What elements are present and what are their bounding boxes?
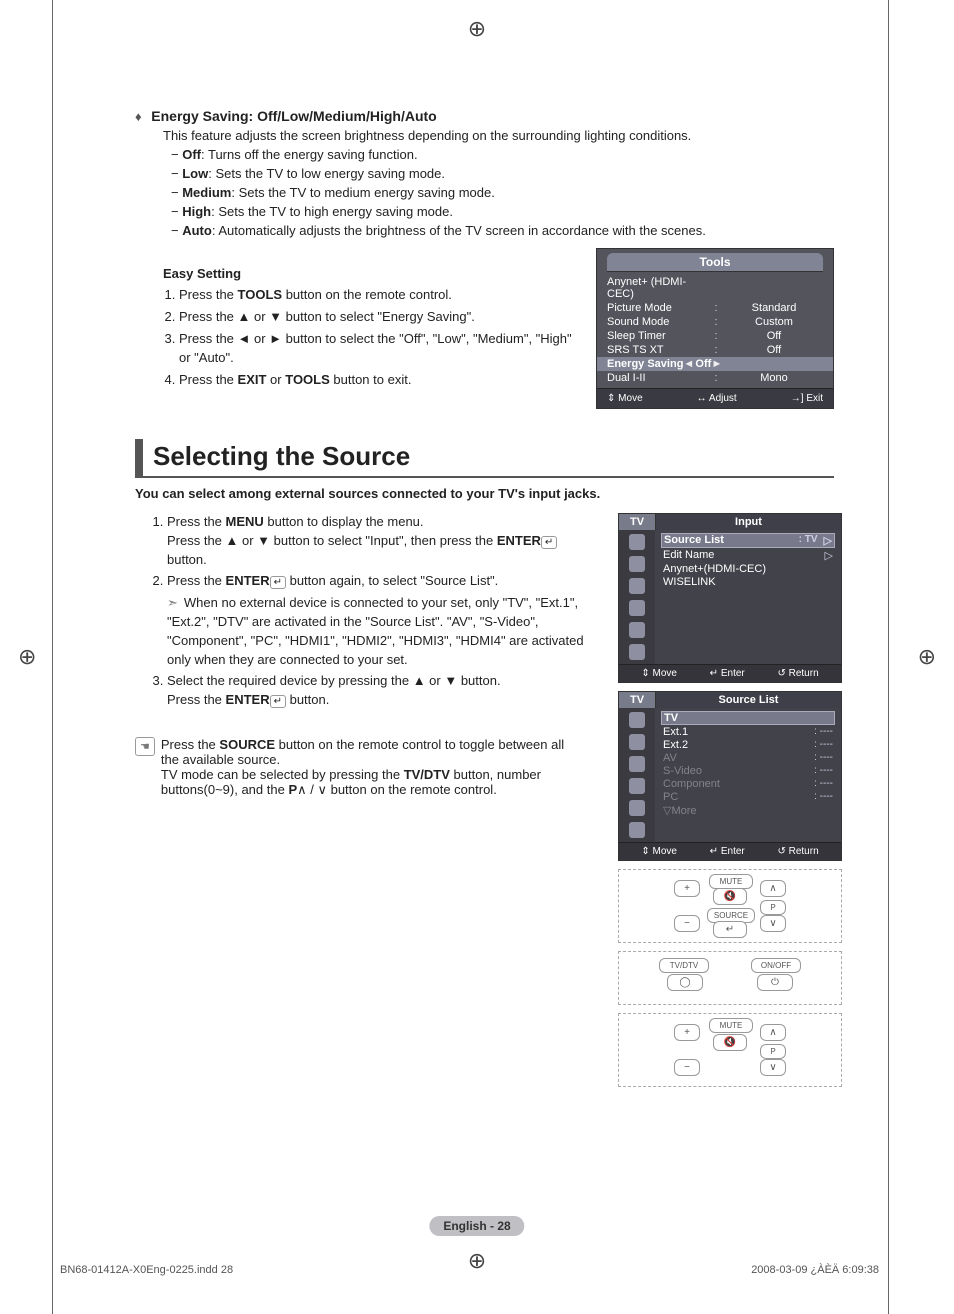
section-title: Selecting the Source	[135, 439, 834, 478]
step-3: Select the required device by pressing t…	[167, 672, 597, 710]
osd-source-list: TV Source List TVExt.1: ----Ext.2: ----A…	[618, 691, 842, 861]
energy-heading: Energy Saving: Off/Low/Medium/High/Auto	[151, 108, 436, 124]
osd-icon	[629, 556, 645, 572]
easy-title: Easy Setting	[163, 266, 576, 281]
meta-right: 2008-03-09 ¿ÀÈÄ 6:09:38	[751, 1264, 879, 1276]
tools-row: Sleep Timer:Off	[597, 329, 833, 343]
osd-row: Edit Name▷	[661, 549, 835, 562]
osd-row: Ext.2: ----	[661, 739, 835, 751]
enter-icon: ↵	[270, 576, 286, 589]
manual-page: ⊕ ⊕ ⊕ ⊕ ♦ Energy Saving: Off/Low/Medium/…	[0, 0, 954, 1314]
osd-row: PC: ----	[661, 791, 835, 803]
osd-icon	[629, 756, 645, 772]
registration-mark-bottom: ⊕	[468, 1248, 486, 1274]
page-number: English - 28	[429, 1216, 524, 1236]
osd-row: AV: ----	[661, 752, 835, 764]
osd-icon	[629, 712, 645, 728]
osd-row: TV	[661, 711, 835, 725]
enter-icon: ↵	[541, 536, 557, 549]
osd-row: Ext.1: ----	[661, 726, 835, 738]
osd-row: S-Video: ----	[661, 765, 835, 777]
osd-icon	[629, 644, 645, 660]
osd-icon	[629, 600, 645, 616]
osd-footer: ⇕ Move ↵ Enter ↺ Return	[619, 664, 841, 682]
osd-column: TV Input Source List: TV▷Edit Name▷Anyne…	[618, 513, 840, 1095]
energy-option: − Medium: Sets the TV to medium energy s…	[171, 185, 834, 200]
hand-icon: ☚	[135, 737, 155, 756]
right-arrow-icon: ►	[711, 358, 723, 370]
energy-option: − Low: Sets the TV to low energy saving …	[171, 166, 834, 181]
energy-option: − Off: Turns off the energy saving funct…	[171, 147, 834, 162]
osd-icon	[629, 822, 645, 838]
crop-mark-right	[888, 0, 889, 1314]
osd-input: TV Input Source List: TV▷Edit Name▷Anyne…	[618, 513, 842, 683]
page-content: ♦ Energy Saving: Off/Low/Medium/High/Aut…	[135, 108, 834, 798]
osd-footer: ⇕ Move ↵ Enter ↺ Return	[619, 842, 841, 860]
leftright-icon: ↔	[697, 393, 707, 404]
osd-icon	[629, 734, 645, 750]
tools-row: Sound Mode:Custom	[597, 315, 833, 329]
osd-icon	[629, 578, 645, 594]
energy-option: − High: Sets the TV to high energy savin…	[171, 204, 834, 219]
tools-title: Tools	[607, 253, 823, 272]
osd-icon	[629, 778, 645, 794]
easy-steps: Press the TOOLS button on the remote con…	[135, 286, 576, 389]
remote-diagram-3: + − MUTE 🔇 ∧ P ∨	[618, 1013, 842, 1087]
tools-footer: ⇕ Move ↔ Adjust →] Exit	[597, 388, 833, 408]
osd-sidebar-icons	[619, 708, 655, 842]
osd-icon	[629, 800, 645, 816]
osd-row: ▽More	[661, 804, 835, 817]
remote-diagram-2: TV/DTV ◯ ON/OFF ⏻	[618, 951, 842, 1005]
tools-row-after: Dual I-II : Mono	[597, 371, 833, 385]
easy-setting-col: Easy Setting Press the TOOLS button on t…	[135, 252, 576, 393]
tools-selected-row: Energy Saving ◄ Off ►	[597, 357, 833, 371]
tools-row: Anynet+ (HDMI-CEC)	[597, 275, 833, 301]
osd-row: Anynet+(HDMI-CEC)	[661, 563, 835, 575]
energy-option: − Auto: Automatically adjusts the bright…	[171, 223, 834, 238]
note-arrow-icon: ➣	[167, 595, 178, 610]
registration-mark-left: ⊕	[18, 644, 36, 670]
step-1: Press the MENU button to display the men…	[167, 513, 597, 570]
registration-mark-top: ⊕	[468, 16, 486, 42]
energy-desc: This feature adjusts the screen brightne…	[163, 128, 834, 143]
registration-mark-right: ⊕	[918, 644, 936, 670]
osd-icon	[629, 534, 645, 550]
p-up-icon: ∧	[297, 782, 307, 797]
left-arrow-icon: ◄	[683, 358, 695, 370]
updown-icon: ⇕	[607, 393, 615, 404]
osd-row: Component: ----	[661, 778, 835, 790]
enter-icon: ↵	[270, 695, 286, 708]
section-subtitle: You can select among external sources co…	[135, 486, 834, 501]
osd-row: Source List: TV▷	[661, 533, 835, 548]
osd-icon	[629, 622, 645, 638]
osd-row: WISELINK	[661, 576, 835, 588]
tools-osd: Tools Anynet+ (HDMI-CEC)Picture Mode:Sta…	[596, 248, 834, 409]
osd-sidebar-icons	[619, 530, 655, 664]
tools-row: Picture Mode:Standard	[597, 301, 833, 315]
remote-diagram-1: + − MUTE 🔇 SOURCE ↵ ∧ P ∨	[618, 869, 842, 943]
p-down-icon: ∨	[317, 782, 327, 797]
source-steps: Press the MENU button to display the men…	[135, 513, 597, 709]
step-2: Press the ENTER↵ button again, to select…	[167, 572, 597, 670]
crop-mark-left	[52, 0, 53, 1314]
tip-block: ☚ Press the SOURCE button on the remote …	[135, 737, 565, 798]
tools-row: SRS TS XT:Off	[597, 343, 833, 357]
meta-left: BN68-01412A-X0Eng-0225.indd 28	[60, 1264, 233, 1276]
bullet-icon: ♦	[135, 109, 142, 124]
